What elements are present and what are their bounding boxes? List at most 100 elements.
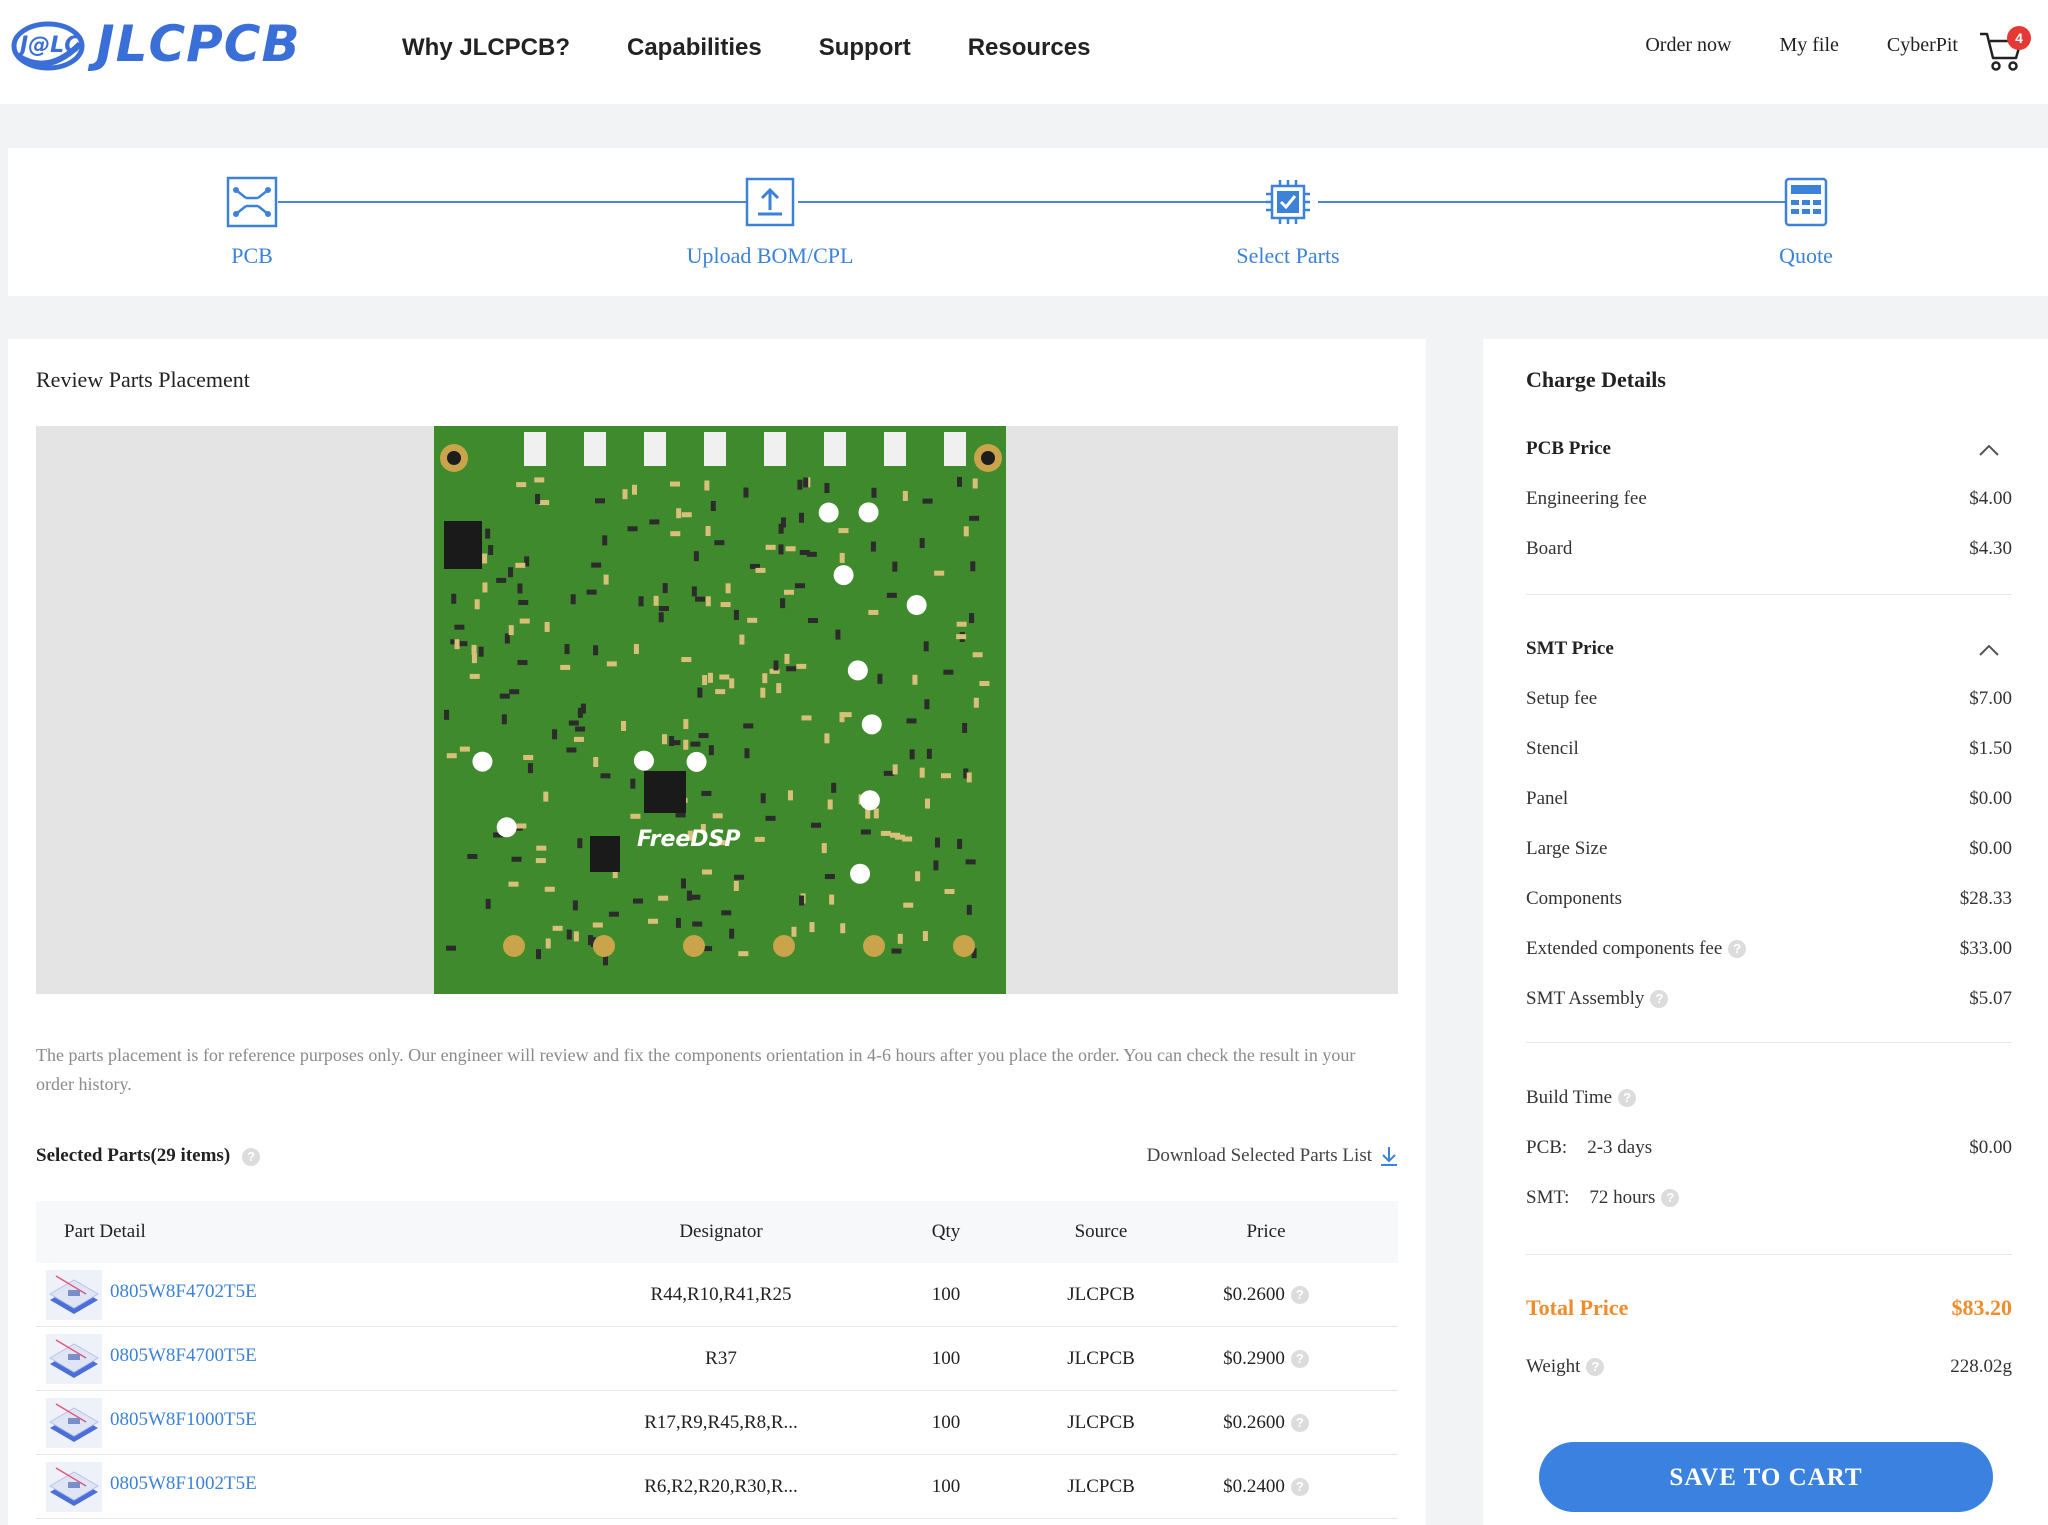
smd-component bbox=[608, 911, 619, 917]
smd-component bbox=[622, 489, 628, 500]
part-number-link[interactable]: 0805W8F4700T5E bbox=[110, 1345, 257, 1367]
smd-component bbox=[877, 673, 883, 684]
resistor-thumbnail-icon bbox=[46, 1269, 102, 1320]
help-icon[interactable]: ? bbox=[1586, 1358, 1605, 1376]
help-icon[interactable]: ? bbox=[1661, 1189, 1680, 1207]
smd-component bbox=[695, 596, 706, 602]
smd-component bbox=[515, 562, 526, 568]
smd-component bbox=[892, 764, 898, 775]
chevron-up-icon[interactable] bbox=[1978, 443, 2000, 457]
smd-component bbox=[796, 663, 807, 669]
svg-text:J@LC: J@LC bbox=[16, 33, 80, 58]
smd-component bbox=[638, 596, 644, 607]
smd-component bbox=[701, 790, 712, 796]
connector-pad bbox=[683, 935, 705, 957]
smd-component bbox=[903, 902, 914, 908]
smd-component bbox=[591, 562, 602, 568]
smd-component bbox=[485, 898, 491, 909]
smd-component bbox=[933, 860, 939, 871]
smd-component bbox=[791, 926, 797, 937]
smt-price-heading: SMT Price bbox=[1526, 638, 1614, 659]
smd-component bbox=[653, 595, 659, 606]
build-time-label: Build Time bbox=[1526, 1087, 1613, 1108]
step-upload-bom-cpl[interactable]: Upload BOM/CPL bbox=[650, 176, 890, 269]
price-cell: $0.2600? bbox=[1196, 1263, 1336, 1326]
total-price-label: Total Price bbox=[1526, 1295, 1629, 1320]
nav-why-jlcpcb[interactable]: Why JLCPCB? bbox=[402, 34, 570, 62]
charge-item-label: Engineering fee bbox=[1526, 488, 1647, 509]
col-price: Price bbox=[1246, 1221, 1286, 1242]
charge-item-label: Stencil bbox=[1526, 738, 1579, 759]
qty-cell: 100 bbox=[931, 1411, 961, 1433]
smd-component bbox=[670, 531, 681, 537]
pcb-placement-viewer[interactable]: FreeDSP bbox=[36, 426, 1398, 994]
my-file-link[interactable]: My file bbox=[1779, 34, 1838, 57]
smd-component bbox=[909, 749, 915, 760]
smd-component bbox=[539, 500, 550, 506]
smd-component bbox=[649, 519, 660, 525]
designator-cell: R37 bbox=[705, 1347, 737, 1369]
smd-component bbox=[508, 881, 519, 887]
smd-component bbox=[897, 933, 903, 944]
smd-component bbox=[675, 917, 681, 928]
upload-icon bbox=[745, 177, 795, 227]
download-arrow-icon bbox=[1381, 1147, 1397, 1166]
help-icon[interactable]: ? bbox=[1290, 1413, 1309, 1432]
save-to-cart-button[interactable]: SAVE TO CART bbox=[1539, 1442, 1993, 1512]
download-parts-list-link[interactable]: Download Selected Parts List bbox=[1147, 1145, 1398, 1167]
smd-component bbox=[675, 812, 686, 818]
part-number-link[interactable]: 0805W8F1000T5E bbox=[110, 1409, 257, 1431]
smd-component bbox=[658, 895, 669, 901]
smd-component bbox=[719, 674, 730, 680]
qty-cell: 100 bbox=[931, 1475, 961, 1497]
step-quote[interactable]: Quote bbox=[1686, 176, 1926, 269]
selected-parts-table: Part Detail Designator Qty Source Price … bbox=[36, 1201, 1398, 1519]
part-number-link[interactable]: 0805W8F1002T5E bbox=[110, 1473, 257, 1495]
col-qty: Qty bbox=[931, 1221, 961, 1242]
help-icon[interactable]: ? bbox=[1290, 1349, 1309, 1368]
help-icon[interactable]: ? bbox=[1650, 990, 1669, 1008]
order-now-link[interactable]: Order now bbox=[1645, 34, 1731, 57]
table-row: 0805W8F4702T5E R44,R10,R41,R25 100 JLCPCB $0… bbox=[36, 1263, 1398, 1327]
header-connector bbox=[944, 432, 966, 466]
help-icon[interactable]: ? bbox=[1290, 1477, 1309, 1496]
smd-component bbox=[725, 583, 731, 594]
smd-component bbox=[966, 904, 972, 915]
jlcpcb-logo[interactable]: J@LC JLCPCB bbox=[8, 14, 301, 74]
smd-component bbox=[630, 778, 636, 789]
chevron-up-icon[interactable] bbox=[1978, 643, 2000, 657]
part-number-link[interactable]: 0805W8F4702T5E bbox=[110, 1281, 257, 1303]
step-pcb[interactable]: PCB bbox=[132, 176, 372, 269]
smd-component bbox=[702, 869, 713, 875]
smd-component bbox=[544, 621, 550, 632]
smd-component bbox=[924, 798, 930, 809]
smd-component bbox=[824, 483, 830, 494]
designator-cell: R44,R10,R41,R25 bbox=[650, 1283, 792, 1305]
help-icon[interactable]: ? bbox=[1618, 1089, 1637, 1107]
nav-capabilities[interactable]: Capabilities bbox=[627, 34, 762, 62]
step-select-parts[interactable]: Select Parts bbox=[1168, 176, 1408, 269]
help-icon[interactable]: ? bbox=[1728, 940, 1747, 958]
smd-component bbox=[794, 583, 805, 589]
help-icon[interactable]: ? bbox=[242, 1147, 261, 1166]
smd-component bbox=[780, 598, 786, 609]
source-cell: JLCPCB bbox=[1067, 1347, 1135, 1369]
price-cell: $0.2400? bbox=[1196, 1455, 1336, 1518]
help-icon[interactable]: ? bbox=[1290, 1285, 1309, 1304]
smd-component bbox=[956, 476, 962, 487]
divider bbox=[1526, 1042, 2012, 1043]
smd-component bbox=[809, 922, 815, 933]
smd-component bbox=[488, 545, 494, 556]
cyberpit-link[interactable]: CyberPit bbox=[1887, 34, 1958, 57]
charge-details-panel: Charge Details PCB Price Engineering fee… bbox=[1483, 339, 2048, 1525]
review-parts-panel: Review Parts Placement FreeDSP The parts… bbox=[8, 339, 1426, 1525]
nav-support[interactable]: Support bbox=[819, 34, 911, 62]
header-connector bbox=[584, 432, 606, 466]
logo-text: JLCPCB bbox=[96, 15, 301, 73]
smd-component bbox=[892, 561, 898, 572]
smd-component bbox=[446, 753, 457, 759]
smd-component bbox=[573, 736, 584, 742]
weight-value: 228.02g bbox=[1950, 1356, 2012, 1377]
smd-component bbox=[824, 874, 835, 880]
nav-resources[interactable]: Resources bbox=[968, 34, 1091, 62]
